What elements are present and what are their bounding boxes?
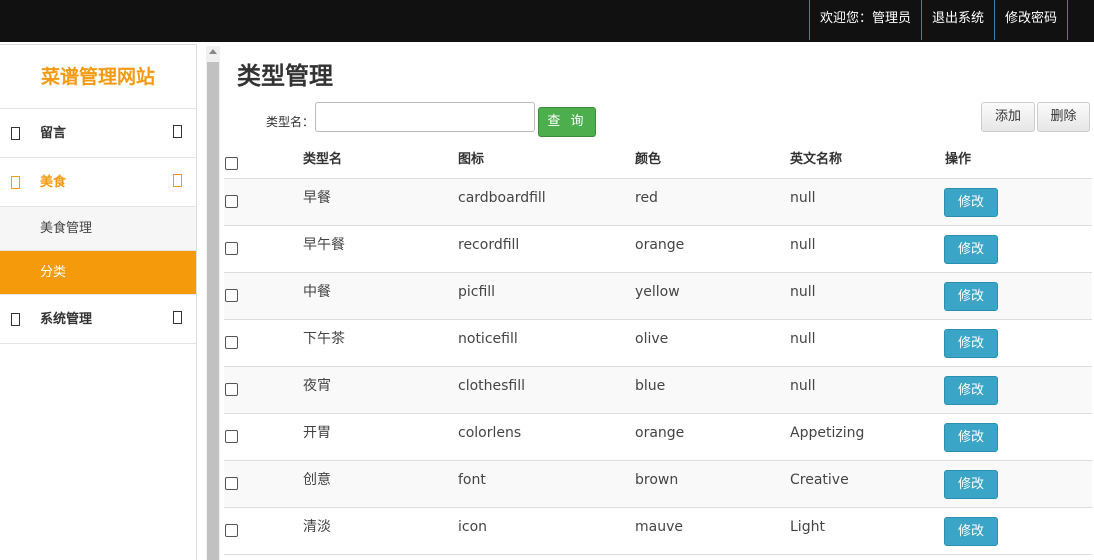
cell-type-name: 早餐 xyxy=(303,190,331,206)
cell-english-name: Appetizing xyxy=(790,425,865,441)
table-row: 中餐 picfill yellow null 修改 xyxy=(224,273,1092,320)
table-row: 夜宵 clothesfill blue null 修改 xyxy=(224,367,1092,414)
change-password-link[interactable]: 修改密码 xyxy=(993,0,1068,40)
scrollbar-thumb[interactable] xyxy=(207,62,219,560)
cell-type-name: 早午餐 xyxy=(303,237,345,253)
cell-type-name: 夜宵 xyxy=(303,378,331,394)
row-checkbox[interactable] xyxy=(225,524,238,537)
edit-button[interactable]: 修改 xyxy=(944,517,998,546)
column-header-icon: 图标 xyxy=(458,152,485,167)
sidebar: 菜谱管理网站 留言 美食 美食管理 分类 系统管理 xyxy=(0,44,197,560)
row-checkbox[interactable] xyxy=(225,242,238,255)
sidebar-item-label: 系统管理 xyxy=(40,312,93,327)
edit-button[interactable]: 修改 xyxy=(944,235,998,264)
cell-color: mauve xyxy=(635,519,683,535)
cell-icon: recordfill xyxy=(458,237,520,253)
cell-icon: picfill xyxy=(458,284,496,300)
cell-color: orange xyxy=(635,425,685,441)
cell-english-name: null xyxy=(790,284,816,300)
row-checkbox[interactable] xyxy=(225,336,238,349)
cell-english-name: null xyxy=(790,190,816,206)
cell-english-name: null xyxy=(790,378,816,394)
cell-color: brown xyxy=(635,472,679,488)
row-checkbox[interactable] xyxy=(225,430,238,443)
cell-icon: font xyxy=(458,472,486,488)
cell-english-name: Creative xyxy=(790,472,849,488)
column-header-color: 颜色 xyxy=(635,152,662,167)
sidebar-item-system-management[interactable]: 系统管理 xyxy=(0,295,196,344)
main-content: 类型管理 类型名： 查 询 添加 删除 类型名 图标 颜色 英文名称 操作 早餐… xyxy=(222,44,1094,560)
top-nav: 欢迎您：管理员 退出系统 修改密码 xyxy=(808,0,1068,40)
row-checkbox[interactable] xyxy=(225,289,238,302)
row-checkbox[interactable] xyxy=(225,195,238,208)
column-header-english-name: 英文名称 xyxy=(790,152,843,167)
edit-button[interactable]: 修改 xyxy=(944,470,998,499)
table-row: 清淡 icon mauve Light 修改 xyxy=(224,508,1092,555)
sidebar-item-label: 美食 xyxy=(40,175,67,190)
system-icon xyxy=(11,313,20,326)
cell-english-name: Light xyxy=(790,519,825,535)
column-header-actions: 操作 xyxy=(945,152,972,167)
sidebar-item-label: 留言 xyxy=(40,126,67,141)
add-button[interactable]: 添加 xyxy=(981,102,1035,132)
table-row: 下午茶 noticefill olive null 修改 xyxy=(224,320,1092,367)
messages-icon xyxy=(11,127,20,140)
row-checkbox[interactable] xyxy=(225,383,238,396)
row-checkbox[interactable] xyxy=(225,477,238,490)
expand-icon xyxy=(173,311,182,324)
cell-type-name: 开胃 xyxy=(303,425,331,441)
cell-color: orange xyxy=(635,237,685,253)
site-brand: 菜谱管理网站 xyxy=(0,45,196,109)
category-table: 类型名 图标 颜色 英文名称 操作 早餐 cardboardfill red n… xyxy=(224,142,1092,555)
food-icon xyxy=(11,176,20,189)
scroll-up-arrow-icon[interactable] xyxy=(209,49,217,54)
sidebar-item-messages[interactable]: 留言 xyxy=(0,109,196,158)
type-name-search-input[interactable] xyxy=(315,102,535,132)
sidebar-subitem-category[interactable]: 分类 xyxy=(0,251,196,295)
edit-button[interactable]: 修改 xyxy=(944,423,998,452)
welcome-user-link[interactable]: 欢迎您：管理员 xyxy=(808,0,921,40)
cell-icon: cardboardfill xyxy=(458,190,546,206)
cell-type-name: 下午茶 xyxy=(303,331,345,347)
sidebar-subitem-food-management[interactable]: 美食管理 xyxy=(0,207,196,251)
cell-color: blue xyxy=(635,378,666,394)
table-row: 创意 font brown Creative 修改 xyxy=(224,461,1092,508)
collapse-icon xyxy=(173,174,182,187)
top-bar: 欢迎您：管理员 退出系统 修改密码 xyxy=(0,0,1094,42)
cell-icon: colorlens xyxy=(458,425,522,441)
table-header-row: 类型名 图标 颜色 英文名称 操作 xyxy=(224,142,1092,179)
edit-button[interactable]: 修改 xyxy=(944,329,998,358)
edit-button[interactable]: 修改 xyxy=(944,282,998,311)
cell-english-name: null xyxy=(790,237,816,253)
cell-color: yellow xyxy=(635,284,680,300)
edit-button[interactable]: 修改 xyxy=(944,188,998,217)
column-header-type-name: 类型名 xyxy=(303,152,343,167)
cell-icon: icon xyxy=(458,519,488,535)
query-button[interactable]: 查 询 xyxy=(538,107,596,137)
vertical-scrollbar[interactable] xyxy=(206,46,220,560)
select-all-checkbox[interactable] xyxy=(225,157,238,170)
table-row: 开胃 colorlens orange Appetizing 修改 xyxy=(224,414,1092,461)
search-label: 类型名： xyxy=(266,115,315,129)
cell-icon: clothesfill xyxy=(458,378,526,394)
cell-english-name: null xyxy=(790,331,816,347)
logout-link[interactable]: 退出系统 xyxy=(920,0,994,40)
sidebar-item-food[interactable]: 美食 xyxy=(0,158,196,207)
cell-color: olive xyxy=(635,331,669,347)
delete-button[interactable]: 删除 xyxy=(1037,102,1090,132)
expand-icon xyxy=(173,125,182,138)
cell-icon: noticefill xyxy=(458,331,518,347)
cell-color: red xyxy=(635,190,658,206)
cell-type-name: 创意 xyxy=(303,472,331,488)
cell-type-name: 清淡 xyxy=(303,519,331,535)
table-row: 早餐 cardboardfill red null 修改 xyxy=(224,179,1092,226)
edit-button[interactable]: 修改 xyxy=(944,376,998,405)
cell-type-name: 中餐 xyxy=(303,284,331,300)
page-title: 类型管理 xyxy=(237,62,333,90)
table-row: 早午餐 recordfill orange null 修改 xyxy=(224,226,1092,273)
